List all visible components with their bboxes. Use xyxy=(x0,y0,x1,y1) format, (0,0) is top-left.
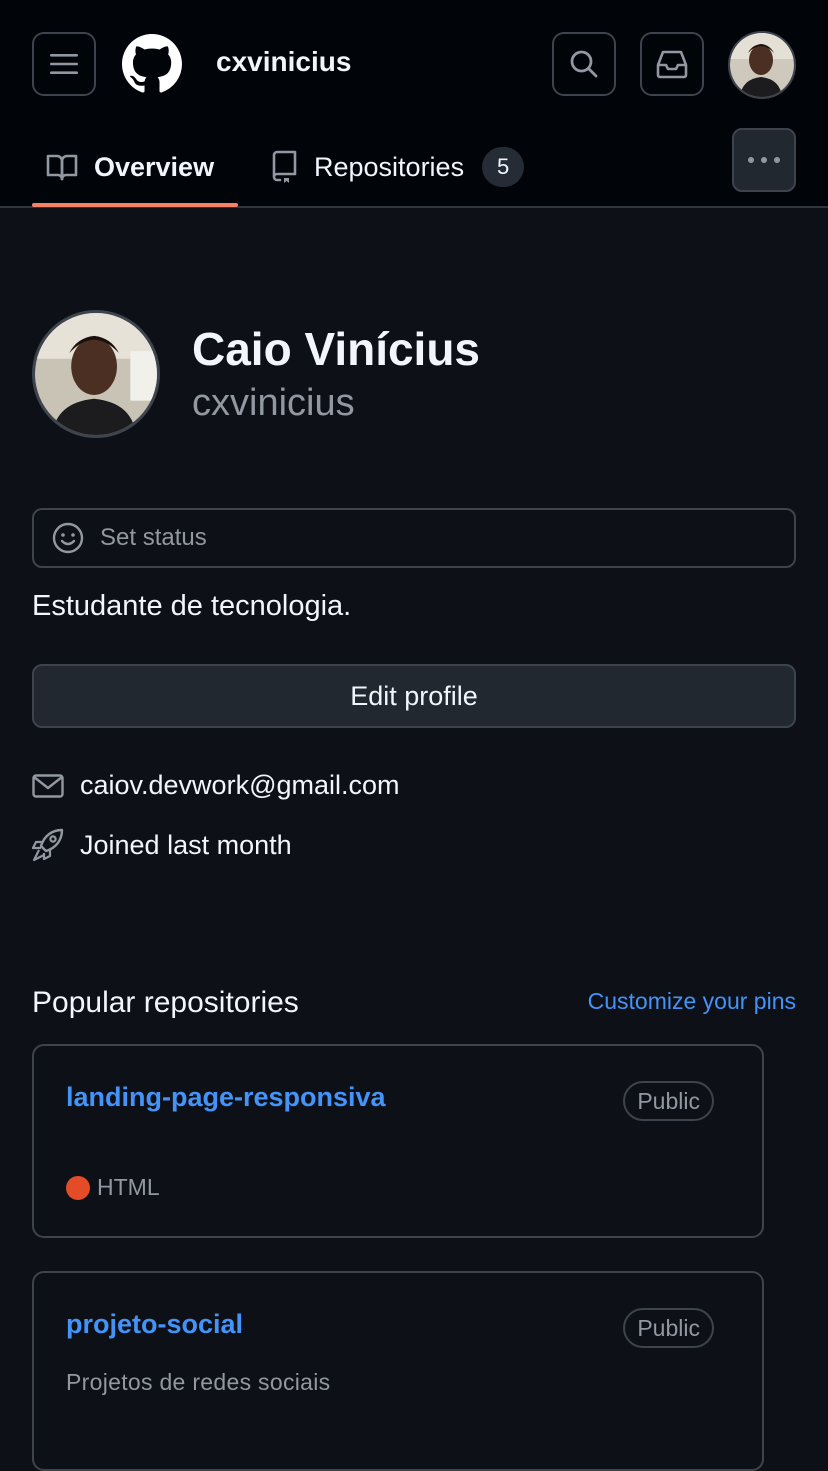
repo-language: HTML xyxy=(66,1174,160,1201)
search-button[interactable] xyxy=(552,32,616,96)
popular-repositories-heading: Popular repositories xyxy=(32,986,299,1019)
book-icon xyxy=(46,154,78,181)
repo-description: Projetos de redes sociais xyxy=(66,1369,331,1395)
edit-profile-button[interactable]: Edit profile xyxy=(32,664,796,728)
active-tab-indicator xyxy=(32,203,238,207)
profile-full-name: Caio Vinícius xyxy=(192,323,481,375)
inbox-icon xyxy=(656,50,688,79)
profile-email-row[interactable]: caiov.devwork@gmail.com xyxy=(32,770,400,801)
user-avatar[interactable] xyxy=(728,31,796,99)
tab-overview[interactable]: Overview xyxy=(32,128,238,207)
set-status-button[interactable]: Set status xyxy=(32,508,796,568)
set-status-label: Set status xyxy=(100,524,207,551)
repo-card[interactable]: projeto-social Public Projetos de redes … xyxy=(32,1271,764,1471)
profile-username: cxvinicius xyxy=(192,382,355,424)
menu-button[interactable] xyxy=(32,32,96,96)
hamburger-icon xyxy=(50,54,78,74)
profile-email: caiov.devwork@gmail.com xyxy=(80,770,400,800)
profile-joined-row: Joined last month xyxy=(32,828,292,862)
inbox-button[interactable] xyxy=(640,32,704,96)
tab-overview-label: Overview xyxy=(94,151,215,182)
repo-icon xyxy=(272,150,297,183)
search-icon xyxy=(570,50,598,78)
language-color-dot xyxy=(66,1175,90,1200)
more-options-button[interactable] xyxy=(732,128,796,192)
repo-card[interactable]: landing-page-responsiva Public HTML xyxy=(32,1044,764,1238)
kebab-horizontal-icon xyxy=(748,157,780,163)
visibility-badge: Public xyxy=(623,1308,714,1348)
profile-avatar[interactable] xyxy=(32,310,160,438)
profile-bio: Estudante de tecnologia. xyxy=(32,590,352,622)
top-header: cxvinicius Overview Repositories 5 xyxy=(0,0,828,208)
tab-repositories[interactable]: Repositories 5 xyxy=(258,128,525,206)
repo-name-link[interactable]: projeto-social xyxy=(66,1309,243,1340)
smiley-icon xyxy=(52,522,84,554)
customize-pins-link[interactable]: Customize your pins xyxy=(588,988,796,1015)
tab-repositories-label: Repositories xyxy=(314,151,465,182)
language-name: HTML xyxy=(97,1174,160,1200)
profile-joined: Joined last month xyxy=(80,829,292,860)
mail-icon xyxy=(32,773,64,798)
header-username[interactable]: cxvinicius xyxy=(216,46,351,78)
avatar-photo xyxy=(730,33,794,97)
repositories-count-badge: 5 xyxy=(482,147,525,187)
repo-name-link[interactable]: landing-page-responsiva xyxy=(66,1082,386,1113)
profile-tabs: Overview Repositories 5 xyxy=(0,128,828,208)
profile-photo xyxy=(35,313,157,435)
visibility-badge: Public xyxy=(623,1081,714,1121)
github-logo-icon[interactable] xyxy=(122,34,182,94)
rocket-icon xyxy=(32,828,64,862)
